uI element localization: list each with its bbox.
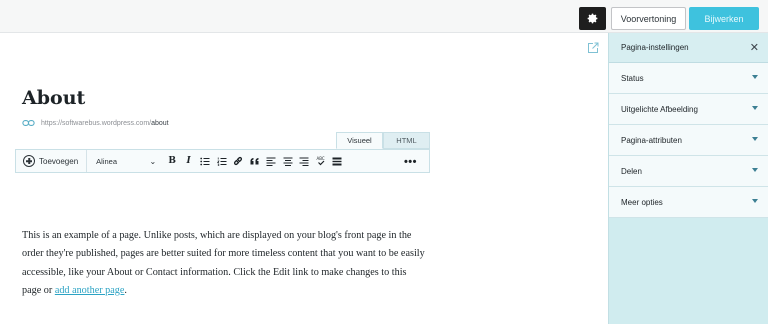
page-content[interactable]: This is an example of a page. Unlike pos… (22, 227, 428, 300)
sidebar-item-label: Status (621, 73, 644, 83)
numbered-list-button[interactable] (214, 153, 230, 169)
align-left-button[interactable] (263, 153, 279, 169)
add-another-page-link[interactable]: add another page (55, 285, 125, 296)
numbered-list-icon (216, 157, 227, 166)
sidebar-item-label: Uitgelichte Afbeelding (621, 104, 698, 114)
sidebar-title: Pagina-instellingen (621, 43, 689, 52)
bold-button[interactable]: B (164, 153, 180, 169)
blockquote-button[interactable] (247, 153, 263, 169)
sidebar-item-label: Meer opties (621, 197, 663, 207)
chevron-down-icon (752, 106, 758, 110)
link-icon (22, 120, 35, 126)
spellcheck-button[interactable]: ABC (313, 153, 329, 169)
permalink: https://softwarebus.wordpress.com/about (22, 119, 169, 127)
keyboard-icon (332, 157, 342, 165)
align-right-button[interactable] (296, 153, 312, 169)
permalink-url[interactable]: https://softwarebus.wordpress.com/about (41, 120, 169, 127)
chevron-down-icon (752, 168, 758, 172)
editor-screen: Voorvertoning Bijwerken About https://so… (0, 0, 768, 324)
external-link-icon[interactable] (587, 42, 599, 54)
close-icon[interactable]: ✕ (750, 41, 759, 54)
align-left-icon (266, 157, 276, 166)
gear-icon (587, 13, 598, 24)
svg-text:ABC: ABC (316, 156, 324, 161)
add-media-button[interactable]: Toevoegen (16, 150, 88, 172)
toolbar-toggle-button[interactable] (329, 153, 345, 169)
sidebar-item-page-attributes[interactable]: Pagina-attributen (609, 125, 768, 156)
chevron-down-icon (752, 199, 758, 203)
sidebar-item-more-options[interactable]: Meer opties (609, 187, 768, 218)
tab-html[interactable]: HTML (383, 132, 430, 149)
format-value: Alinea (96, 156, 118, 166)
settings-button[interactable] (579, 7, 606, 30)
add-media-label: Toevoegen (39, 156, 79, 166)
chevron-down-icon (752, 137, 758, 141)
sidebar-item-featured-image[interactable]: Uitgelichte Afbeelding (609, 94, 768, 125)
chevron-down-icon: ⌄ (149, 156, 157, 166)
chevron-down-icon (752, 75, 758, 79)
sidebar-item-sharing[interactable]: Delen (609, 156, 768, 187)
permalink-base: https://softwarebus.wordpress.com/ (41, 119, 152, 127)
link-icon (234, 156, 243, 166)
italic-button[interactable]: I (181, 153, 197, 169)
page-title[interactable]: About (22, 87, 85, 109)
update-button[interactable]: Bijwerken (689, 7, 759, 30)
formatting-buttons: B I ABC (160, 150, 346, 172)
align-right-icon (299, 157, 309, 166)
more-tools-button[interactable]: ••• (404, 156, 417, 168)
format-select[interactable]: Alinea ⌄ (87, 150, 160, 172)
sidebar-item-label: Pagina-attributen (621, 135, 682, 145)
content-text-end: . (124, 284, 127, 296)
permalink-slug: about (151, 119, 169, 127)
quote-icon (250, 157, 259, 165)
tab-visual[interactable]: Visueel (336, 132, 383, 149)
insert-link-button[interactable] (230, 153, 246, 169)
editor-toolbar: Toevoegen Alinea ⌄ B I ABC ••• (15, 149, 430, 173)
sidebar-item-status[interactable]: Status (609, 63, 768, 94)
plus-circle-icon (23, 155, 35, 167)
preview-button[interactable]: Voorvertoning (611, 7, 686, 30)
sidebar-header: Pagina-instellingen ✕ (609, 33, 768, 63)
top-bar: Voorvertoning Bijwerken (0, 0, 768, 33)
align-center-button[interactable] (280, 153, 296, 169)
bullet-list-icon (200, 157, 210, 165)
spellcheck-icon: ABC (316, 156, 325, 166)
settings-sidebar: Pagina-instellingen ✕ Status Uitgelichte… (608, 33, 768, 324)
sidebar-item-label: Delen (621, 166, 642, 176)
align-center-icon (283, 157, 293, 166)
editor-area: About https://softwarebus.wordpress.com/… (0, 33, 608, 324)
bullet-list-button[interactable] (197, 153, 213, 169)
